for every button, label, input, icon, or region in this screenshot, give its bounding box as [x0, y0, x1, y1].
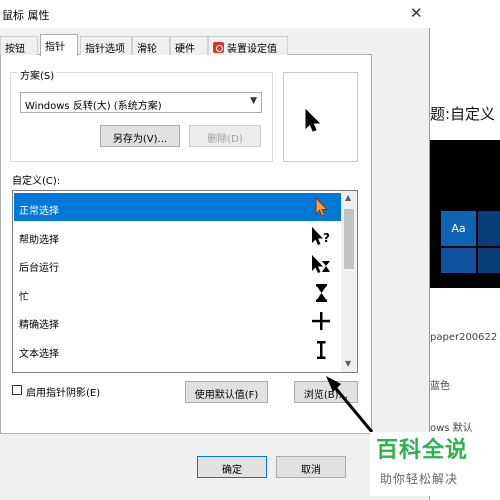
watermark-sub-text: 助你轻松解决: [380, 472, 459, 486]
watermark-main-text: 百科全说: [376, 438, 469, 463]
tab-pointers[interactable]: 指针: [40, 34, 78, 56]
watermark: 百科全说 助你轻松解决: [370, 432, 496, 496]
annotation-arrow: [326, 376, 374, 433]
tab-label: 指针: [45, 42, 65, 53]
